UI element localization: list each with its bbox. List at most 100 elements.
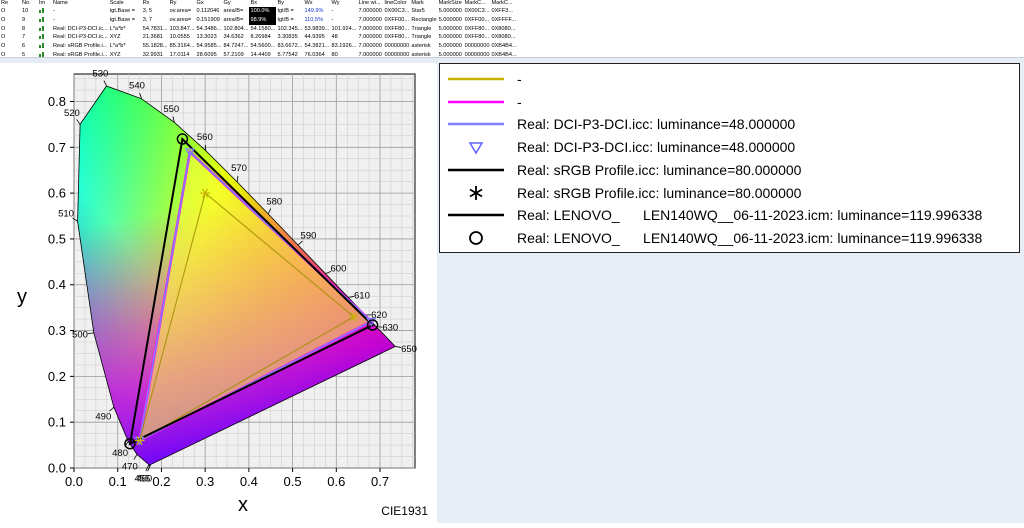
column-header[interactable]: Im [38, 0, 52, 7]
column-header[interactable]: Name [52, 0, 109, 7]
column-header[interactable]: By [276, 0, 303, 7]
column-header[interactable]: Wx [303, 0, 330, 7]
y-tick-label: 0.6 [48, 186, 66, 201]
wavelength-label: 550 [163, 104, 179, 115]
legend-entry[interactable]: Real: LENOVO_ LEN140WQ__06-11-2023.icm: … [440, 227, 1019, 249]
column-header[interactable]: Rx [142, 0, 169, 7]
table-cell: 110.5% [303, 16, 330, 25]
table-row[interactable]: O10-tgt.Base =3, 5ov.area=0.112046area/B… [0, 7, 518, 16]
table-cell: 7.000000 [357, 42, 383, 51]
table-cell: 3.30835 [276, 33, 303, 42]
table-cell: 3, 7 [142, 16, 169, 25]
legend-entry[interactable]: Real: LENOVO_ LEN140WQ__06-11-2023.icm: … [440, 204, 1019, 226]
legend-entry[interactable]: Real: sRGB Profile.icc: luminance=80.000… [440, 159, 1019, 181]
column-header[interactable]: MarkSize [438, 0, 464, 7]
table-cell: 54.3821... [303, 42, 330, 51]
table-cell: 34.6362 [222, 33, 249, 42]
legend-label: - [517, 71, 522, 87]
legend-label: Real: LENOVO_ LEN140WQ__06-11-2023.icm: … [517, 207, 982, 223]
table-row[interactable]: O8Real: DCI-P3-DCI.ic...L*a*b*54.7831...… [0, 25, 518, 34]
table-cell: Real: DCI-P3-DCI.ic... [52, 25, 109, 34]
column-header[interactable]: Bx [249, 0, 276, 7]
row-radio[interactable]: O [0, 7, 21, 16]
table-cell: tgt.Base = [109, 16, 142, 25]
column-header[interactable]: Mark [410, 0, 437, 7]
wavelength-label: 650 [401, 344, 417, 355]
legend-entry[interactable]: Real: DCI-P3-DCI.icc: luminance=48.00000… [440, 136, 1019, 158]
column-header[interactable]: Line wi... [357, 0, 383, 7]
table-cell: tgt/B = [276, 16, 303, 25]
row-radio[interactable]: O [0, 33, 21, 42]
table-cell: 0X00C3... [464, 7, 491, 16]
table-cell: 100.0% [249, 7, 276, 16]
table-cell: tgt/B = [276, 7, 303, 16]
chart-icon [39, 7, 46, 13]
wavelength-label: 540 [129, 81, 145, 92]
table-cell: 7.000000 [357, 33, 383, 42]
table-cell: ov.area= [169, 7, 196, 16]
legend-line-icon [446, 113, 506, 135]
row-icon [38, 33, 52, 42]
legend-line-icon [446, 204, 506, 226]
table-body: O10-tgt.Base =3, 5ov.area=0.112046area/B… [0, 7, 518, 58]
column-header[interactable]: Wy [330, 0, 357, 7]
row-icon [38, 7, 52, 16]
table-cell: asterisk [410, 42, 437, 51]
table-cell: 0XFF80... [464, 33, 491, 42]
circle-marker-icon [446, 227, 506, 249]
wavelength-label: 620 [371, 310, 387, 321]
table-cell: 0XFF80... [464, 25, 491, 34]
table-cell: 83.6672... [276, 42, 303, 51]
table-cell: Triangle [410, 25, 437, 34]
column-header[interactable]: Re [0, 0, 21, 7]
column-header[interactable]: MarkC... [490, 0, 517, 7]
row-radio[interactable]: O [0, 25, 21, 34]
legend-panel: - - Real: DCI-P3-DCI.icc: luminance=48.000… [437, 63, 1024, 523]
table-cell: 53.9839... [303, 25, 330, 34]
table-cell: - [330, 16, 357, 25]
x-tick-label: 0.4 [240, 474, 258, 489]
legend-entry[interactable]: - [440, 68, 1019, 90]
wavelength-label: 570 [231, 163, 247, 174]
table-cell: 0X8080... [490, 33, 517, 42]
table-cell: 103.847... [169, 25, 196, 34]
table-cell: 98.9% [249, 16, 276, 25]
column-header[interactable]: lineColor [383, 0, 410, 7]
table-cell: 21.3681 [142, 33, 169, 42]
column-header[interactable]: MarkC... [464, 0, 491, 7]
y-tick-label: 0.5 [48, 231, 66, 246]
column-header[interactable]: Gx [195, 0, 222, 7]
table-row[interactable]: O6Real: sRGB Profile.i...L*a*b*55.1828..… [0, 42, 518, 51]
legend-entry[interactable]: Real: DCI-P3-DCI.icc: luminance=48.00000… [440, 113, 1019, 135]
table-cell: tgt.Base = [109, 7, 142, 16]
legend-entry[interactable]: - [440, 91, 1019, 113]
asterisk-marker-icon [446, 182, 506, 204]
column-header[interactable]: Scale [109, 0, 142, 7]
table-row[interactable]: O9-tgt.Base =3, 7ov.area=0.151909area/B=… [0, 16, 518, 25]
column-header[interactable]: No. [21, 0, 38, 7]
legend-entry[interactable]: Real: sRGB Profile.icc: luminance=80.000… [440, 182, 1019, 204]
column-header[interactable]: Ry [169, 0, 196, 7]
table-cell: 44.9395 [303, 33, 330, 42]
row-radio[interactable]: O [0, 42, 21, 51]
legend-label: Real: sRGB Profile.icc: luminance=80.000… [517, 162, 801, 178]
table-cell: 5.000000 [438, 25, 464, 34]
table-row[interactable]: O7Real: DCI-P3-DCI.ic...XYZ21.368110.055… [0, 33, 518, 42]
table-cell: 7.000000 [357, 7, 383, 16]
table-cell: 0.112046 [195, 7, 222, 16]
row-radio[interactable]: O [0, 16, 21, 25]
table-cell: 0XB4B4... [490, 42, 517, 51]
legend-label: Real: DCI-P3-DCI.icc: luminance=48.00000… [517, 139, 795, 155]
cie1931-chart: 4554604704804905005105205305405505605705… [0, 63, 435, 523]
legend-label: Real: DCI-P3-DCI.icc: luminance=48.00000… [517, 116, 795, 132]
wavelength-label: 530 [92, 68, 108, 79]
wavelength-label: 580 [266, 196, 282, 207]
table-cell: 0X00C3... [383, 7, 410, 16]
column-header[interactable]: Gy [222, 0, 249, 7]
table-cell: 10.0555 [169, 33, 196, 42]
wavelength-label: 500 [72, 330, 88, 341]
wavelength-label: 460 [136, 473, 152, 484]
y-axis-label: y [17, 286, 27, 308]
table-cell: 7 [21, 33, 38, 42]
chart-icon [39, 33, 46, 39]
